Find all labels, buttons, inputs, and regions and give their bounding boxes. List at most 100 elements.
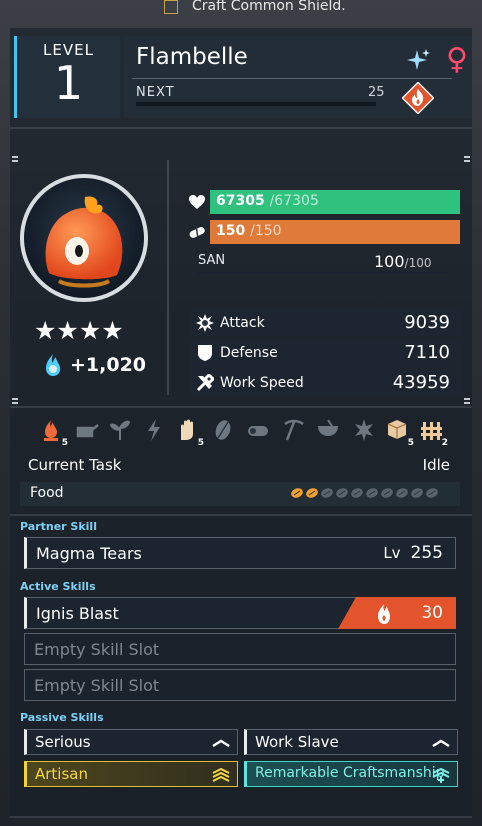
food-meter <box>290 487 450 501</box>
work-speed-icon <box>196 374 214 392</box>
work-speed-value: 43959 <box>392 372 450 393</box>
transporting-level: 5 <box>407 438 414 448</box>
food-empty-icon <box>426 488 438 498</box>
fire-element-icon <box>378 604 390 624</box>
passive-skills-heading: Passive Skills <box>20 711 104 724</box>
stamina-icon <box>189 225 205 239</box>
active-skill-slot-1[interactable]: Ignis Blast 30 <box>24 597 456 629</box>
heart-icon <box>189 195 205 209</box>
food-empty-icon <box>381 488 393 498</box>
food-row: Food <box>20 482 460 506</box>
empty-skill-slot-label: Empty Skill Slot <box>34 676 160 695</box>
partner-skill-level: 255 <box>410 543 443 563</box>
partner-skill-slot[interactable]: Magma Tears Lv 255 <box>24 537 456 569</box>
defense-value: 7110 <box>404 342 450 363</box>
gender-female-icon: ♀ <box>446 42 468 77</box>
craft-notification: Craft Common Shield. <box>150 0 390 16</box>
legendary-rank-icon <box>432 767 450 783</box>
work-speed-label: Work Speed <box>220 375 304 391</box>
passive-skill-3[interactable]: Artisan <box>24 761 238 787</box>
san-row: SAN 100/100 <box>188 250 462 274</box>
level-value: 1 <box>53 56 84 110</box>
san-current: 100 <box>374 252 405 271</box>
defense-label: Defense <box>220 345 278 361</box>
attack-value: 9039 <box>404 312 450 333</box>
active-skill-slot-3[interactable]: Empty Skill Slot <box>24 669 456 701</box>
san-label: SAN <box>198 253 226 268</box>
triple-rank-up-icon <box>212 767 230 782</box>
food-filled-icon <box>306 488 318 498</box>
mining-icon[interactable] <box>282 418 310 446</box>
passive-skill-4[interactable]: Remarkable Craftsmanship <box>244 761 458 787</box>
name-box: Flambelle ♀ NEXT 25 <box>124 36 472 118</box>
handiwork-icon[interactable]: 5 <box>176 418 204 448</box>
level-box: LEVEL 1 <box>14 36 120 118</box>
exp-progress-bar <box>136 102 376 106</box>
sparkle-icon <box>407 49 430 70</box>
active-skill-name: Ignis Blast <box>36 604 119 623</box>
passive-skill-name: Artisan <box>35 765 88 783</box>
next-label: NEXT <box>136 85 175 100</box>
farming-icon[interactable]: 2 <box>420 418 448 448</box>
planting-icon[interactable] <box>108 418 136 446</box>
handiwork-level: 5 <box>197 438 204 448</box>
passive-skill-2[interactable]: Work Slave <box>244 729 458 755</box>
lumbering-icon[interactable] <box>246 418 274 446</box>
medicine-icon[interactable] <box>316 418 344 446</box>
active-skill-slot-2[interactable]: Empty Skill Slot <box>24 633 456 665</box>
attack-icon <box>196 314 214 332</box>
partner-skill-level-label: Lv <box>383 544 401 562</box>
hp-bar: 67305 /67305 <box>210 190 460 214</box>
rank-up-icon <box>212 739 230 748</box>
skill-power-value: 30 <box>421 603 443 623</box>
stamina-current: 150 <box>216 223 246 239</box>
partner-skill-name: Magma Tears <box>36 544 142 563</box>
divider <box>10 127 472 129</box>
food-label: Food <box>30 485 64 501</box>
pal-name[interactable]: Flambelle <box>136 44 248 70</box>
stamina-row: 150 /150 <box>188 220 462 244</box>
transporting-icon[interactable]: 5 <box>386 418 414 448</box>
empty-skill-slot-label: Empty Skill Slot <box>34 640 160 659</box>
food-empty-icon <box>396 488 408 498</box>
next-exp-value: 25 <box>368 85 385 100</box>
watering-icon[interactable] <box>74 418 102 446</box>
passive-skill-1[interactable]: Serious <box>24 729 238 755</box>
fire-element-icon <box>402 82 434 114</box>
food-empty-icon <box>351 488 363 498</box>
craft-notification-text: Craft Common Shield. <box>192 0 346 14</box>
divider <box>10 406 472 408</box>
farming-level: 2 <box>441 438 448 448</box>
soul-enhancement: +1,020 <box>40 352 150 380</box>
hp-max: /67305 <box>269 193 319 209</box>
rank-up-icon <box>432 739 450 748</box>
stat-defense: Defense 7110 <box>190 339 462 367</box>
gathering-icon[interactable] <box>212 418 240 446</box>
divider <box>10 514 472 516</box>
san-bar <box>198 272 448 274</box>
work-suitability-row: 5 5 5 2 <box>36 418 456 448</box>
food-empty-icon <box>321 488 333 498</box>
cooling-icon[interactable] <box>352 418 380 446</box>
hp-current: 67305 <box>216 193 265 209</box>
food-empty-icon <box>366 488 378 498</box>
divider <box>10 816 472 818</box>
edge-marker <box>12 156 18 164</box>
stamina-bar: 150 /150 <box>210 220 460 244</box>
generating-electricity-icon[interactable] <box>144 418 172 446</box>
edge-marker <box>464 156 470 164</box>
san-max: /100 <box>404 256 432 270</box>
name-divider <box>132 78 452 79</box>
craft-checkbox <box>164 0 178 14</box>
vertical-divider <box>167 160 169 395</box>
kindling-icon[interactable]: 5 <box>40 418 68 448</box>
food-filled-icon <box>291 488 303 498</box>
soul-value: +1,020 <box>70 354 147 376</box>
stat-work-speed: Work Speed 43959 <box>190 369 462 397</box>
food-empty-icon <box>411 488 423 498</box>
soul-flame-icon <box>46 354 61 376</box>
pal-portrait <box>20 174 148 302</box>
attack-label: Attack <box>220 315 265 331</box>
current-task-value: Idle <box>422 456 450 474</box>
passive-skill-name: Serious <box>35 733 91 751</box>
